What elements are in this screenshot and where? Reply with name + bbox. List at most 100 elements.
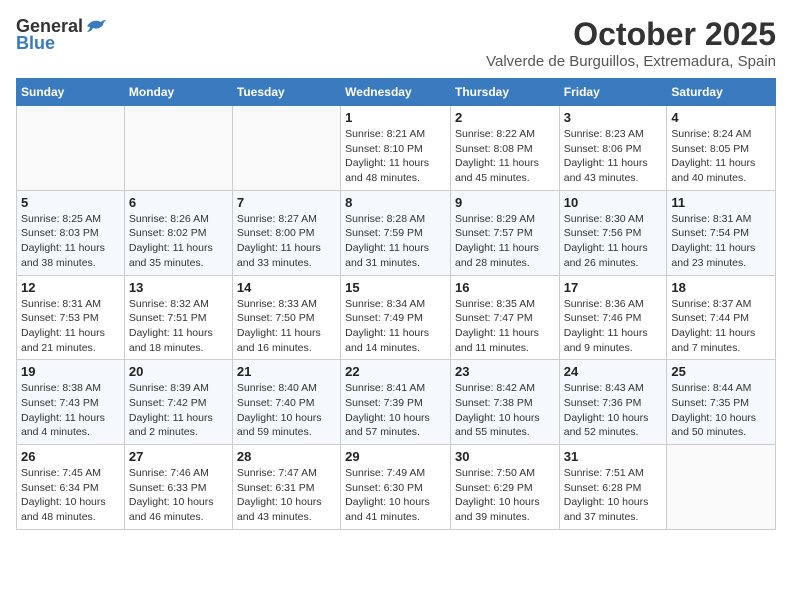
weekday-header-wednesday: Wednesday bbox=[341, 79, 451, 106]
calendar-day-13: 13Sunrise: 8:32 AM Sunset: 7:51 PM Dayli… bbox=[124, 275, 232, 360]
calendar-week-5: 26 Sunrise: 7:45 AM Sunset: 6:34 PM Dayli… bbox=[17, 445, 776, 530]
calendar-day-15: 15Sunrise: 8:34 AM Sunset: 7:49 PM Dayli… bbox=[341, 275, 451, 360]
day-info: Sunrise: 8:22 AM Sunset: 8:08 PM Dayligh… bbox=[455, 127, 555, 186]
empty-cell bbox=[232, 106, 340, 191]
day-number: 5 bbox=[21, 195, 120, 210]
calendar-day-25: 25 Sunrise: 8:44 AM Sunset: 7:35 PM Dayli… bbox=[667, 360, 776, 445]
weekday-header-saturday: Saturday bbox=[667, 79, 776, 106]
day-info: Sunrise: 8:43 AM Sunset: 7:36 PM Dayligh… bbox=[564, 381, 663, 440]
day-info: Sunrise: 8:32 AM Sunset: 7:51 PM Dayligh… bbox=[129, 297, 228, 356]
calendar-day-12: 12 Sunrise: 8:31 AM Sunset: 7:53 PM Dayli… bbox=[17, 275, 125, 360]
day-info: Sunrise: 7:45 AM Sunset: 6:34 PM Dayligh… bbox=[21, 466, 120, 525]
day-info: Sunrise: 8:29 AM Sunset: 7:57 PM Dayligh… bbox=[455, 212, 555, 271]
day-number: 19 bbox=[21, 364, 120, 379]
day-number: 6 bbox=[129, 195, 228, 210]
logo-bird-icon bbox=[85, 18, 107, 36]
calendar-week-1: 1 Sunrise: 8:21 AM Sunset: 8:10 PM Daylig… bbox=[17, 106, 776, 191]
day-info: Sunrise: 8:21 AM Sunset: 8:10 PM Dayligh… bbox=[345, 127, 446, 186]
day-info: Sunrise: 8:36 AM Sunset: 7:46 PM Dayligh… bbox=[564, 297, 663, 356]
day-info: Sunrise: 8:28 AM Sunset: 7:59 PM Dayligh… bbox=[345, 212, 446, 271]
day-info: Sunrise: 8:41 AM Sunset: 7:39 PM Dayligh… bbox=[345, 381, 446, 440]
day-info: Sunrise: 8:40 AM Sunset: 7:40 PM Dayligh… bbox=[237, 381, 336, 440]
day-number: 23 bbox=[455, 364, 555, 379]
calendar-day-5: 5Sunrise: 8:25 AM Sunset: 8:03 PM Daylig… bbox=[17, 190, 125, 275]
calendar-day-18: 18 Sunrise: 8:37 AM Sunset: 7:44 PM Dayli… bbox=[667, 275, 776, 360]
calendar-day-28: 28 Sunrise: 7:47 AM Sunset: 6:31 PM Dayli… bbox=[232, 445, 340, 530]
day-info: Sunrise: 7:47 AM Sunset: 6:31 PM Dayligh… bbox=[237, 466, 336, 525]
calendar-day-16: 16Sunrise: 8:35 AM Sunset: 7:47 PM Dayli… bbox=[450, 275, 559, 360]
day-info: Sunrise: 8:37 AM Sunset: 7:44 PM Dayligh… bbox=[671, 297, 771, 356]
day-info: Sunrise: 8:27 AM Sunset: 8:00 PM Dayligh… bbox=[237, 212, 336, 271]
weekday-header-friday: Friday bbox=[559, 79, 667, 106]
calendar-day-29: 29 Sunrise: 7:49 AM Sunset: 6:30 PM Dayli… bbox=[341, 445, 451, 530]
calendar-day-27: 27 Sunrise: 7:46 AM Sunset: 6:33 PM Dayli… bbox=[124, 445, 232, 530]
logo: General Blue bbox=[16, 16, 107, 54]
day-number: 27 bbox=[129, 449, 228, 464]
day-info: Sunrise: 8:31 AM Sunset: 7:54 PM Dayligh… bbox=[671, 212, 771, 271]
calendar-week-4: 19 Sunrise: 8:38 AM Sunset: 7:43 PM Dayli… bbox=[17, 360, 776, 445]
day-number: 30 bbox=[455, 449, 555, 464]
calendar-day-21: 21 Sunrise: 8:40 AM Sunset: 7:40 PM Dayli… bbox=[232, 360, 340, 445]
calendar-day-2: 2 Sunrise: 8:22 AM Sunset: 8:08 PM Daylig… bbox=[450, 106, 559, 191]
day-number: 14 bbox=[237, 280, 336, 295]
calendar-day-24: 24 Sunrise: 8:43 AM Sunset: 7:36 PM Dayli… bbox=[559, 360, 667, 445]
day-number: 31 bbox=[564, 449, 663, 464]
day-number: 26 bbox=[21, 449, 120, 464]
day-number: 18 bbox=[671, 280, 771, 295]
day-number: 9 bbox=[455, 195, 555, 210]
calendar-day-4: 4Sunrise: 8:24 AM Sunset: 8:05 PM Daylig… bbox=[667, 106, 776, 191]
calendar-day-7: 7 Sunrise: 8:27 AM Sunset: 8:00 PM Daylig… bbox=[232, 190, 340, 275]
day-info: Sunrise: 8:23 AM Sunset: 8:06 PM Dayligh… bbox=[564, 127, 663, 186]
empty-cell bbox=[124, 106, 232, 191]
day-number: 11 bbox=[671, 195, 771, 210]
calendar-day-22: 22 Sunrise: 8:41 AM Sunset: 7:39 PM Dayli… bbox=[341, 360, 451, 445]
day-number: 3 bbox=[564, 110, 663, 125]
calendar-table: SundayMondayTuesdayWednesdayThursdayFrid… bbox=[16, 78, 776, 530]
day-number: 22 bbox=[345, 364, 446, 379]
day-number: 2 bbox=[455, 110, 555, 125]
calendar-week-2: 5Sunrise: 8:25 AM Sunset: 8:03 PM Daylig… bbox=[17, 190, 776, 275]
day-info: Sunrise: 8:39 AM Sunset: 7:42 PM Dayligh… bbox=[129, 381, 228, 440]
day-info: Sunrise: 8:30 AM Sunset: 7:56 PM Dayligh… bbox=[564, 212, 663, 271]
day-number: 8 bbox=[345, 195, 446, 210]
empty-cell bbox=[17, 106, 125, 191]
day-info: Sunrise: 7:46 AM Sunset: 6:33 PM Dayligh… bbox=[129, 466, 228, 525]
day-number: 28 bbox=[237, 449, 336, 464]
day-info: Sunrise: 8:42 AM Sunset: 7:38 PM Dayligh… bbox=[455, 381, 555, 440]
weekday-header-row: SundayMondayTuesdayWednesdayThursdayFrid… bbox=[17, 79, 776, 106]
calendar-day-8: 8 Sunrise: 8:28 AM Sunset: 7:59 PM Daylig… bbox=[341, 190, 451, 275]
month-title: October 2025 bbox=[486, 16, 776, 53]
calendar-day-19: 19 Sunrise: 8:38 AM Sunset: 7:43 PM Dayli… bbox=[17, 360, 125, 445]
day-number: 12 bbox=[21, 280, 120, 295]
day-number: 24 bbox=[564, 364, 663, 379]
day-number: 17 bbox=[564, 280, 663, 295]
weekday-header-monday: Monday bbox=[124, 79, 232, 106]
title-area: October 2025 Valverde de Burguillos, Ext… bbox=[486, 16, 776, 70]
day-number: 16 bbox=[455, 280, 555, 295]
day-info: Sunrise: 8:26 AM Sunset: 8:02 PM Dayligh… bbox=[129, 212, 228, 271]
weekday-header-thursday: Thursday bbox=[450, 79, 559, 106]
day-number: 21 bbox=[237, 364, 336, 379]
day-number: 29 bbox=[345, 449, 446, 464]
location-title: Valverde de Burguillos, Extremadura, Spa… bbox=[486, 53, 776, 70]
day-info: Sunrise: 8:44 AM Sunset: 7:35 PM Dayligh… bbox=[671, 381, 771, 440]
calendar-day-1: 1 Sunrise: 8:21 AM Sunset: 8:10 PM Daylig… bbox=[341, 106, 451, 191]
calendar-day-23: 23 Sunrise: 8:42 AM Sunset: 7:38 PM Dayli… bbox=[450, 360, 559, 445]
logo-blue-text: Blue bbox=[16, 33, 55, 54]
calendar-day-11: 11 Sunrise: 8:31 AM Sunset: 7:54 PM Dayli… bbox=[667, 190, 776, 275]
calendar-day-17: 17 Sunrise: 8:36 AM Sunset: 7:46 PM Dayli… bbox=[559, 275, 667, 360]
day-info: Sunrise: 8:34 AM Sunset: 7:49 PM Dayligh… bbox=[345, 297, 446, 356]
calendar-day-10: 10Sunrise: 8:30 AM Sunset: 7:56 PM Dayli… bbox=[559, 190, 667, 275]
day-info: Sunrise: 7:50 AM Sunset: 6:29 PM Dayligh… bbox=[455, 466, 555, 525]
calendar-week-3: 12 Sunrise: 8:31 AM Sunset: 7:53 PM Dayli… bbox=[17, 275, 776, 360]
day-number: 20 bbox=[129, 364, 228, 379]
day-info: Sunrise: 8:38 AM Sunset: 7:43 PM Dayligh… bbox=[21, 381, 120, 440]
day-number: 1 bbox=[345, 110, 446, 125]
calendar-day-14: 14Sunrise: 8:33 AM Sunset: 7:50 PM Dayli… bbox=[232, 275, 340, 360]
day-info: Sunrise: 7:49 AM Sunset: 6:30 PM Dayligh… bbox=[345, 466, 446, 525]
day-info: Sunrise: 8:31 AM Sunset: 7:53 PM Dayligh… bbox=[21, 297, 120, 356]
day-number: 25 bbox=[671, 364, 771, 379]
day-number: 7 bbox=[237, 195, 336, 210]
weekday-header-sunday: Sunday bbox=[17, 79, 125, 106]
calendar-day-9: 9 Sunrise: 8:29 AM Sunset: 7:57 PM Daylig… bbox=[450, 190, 559, 275]
